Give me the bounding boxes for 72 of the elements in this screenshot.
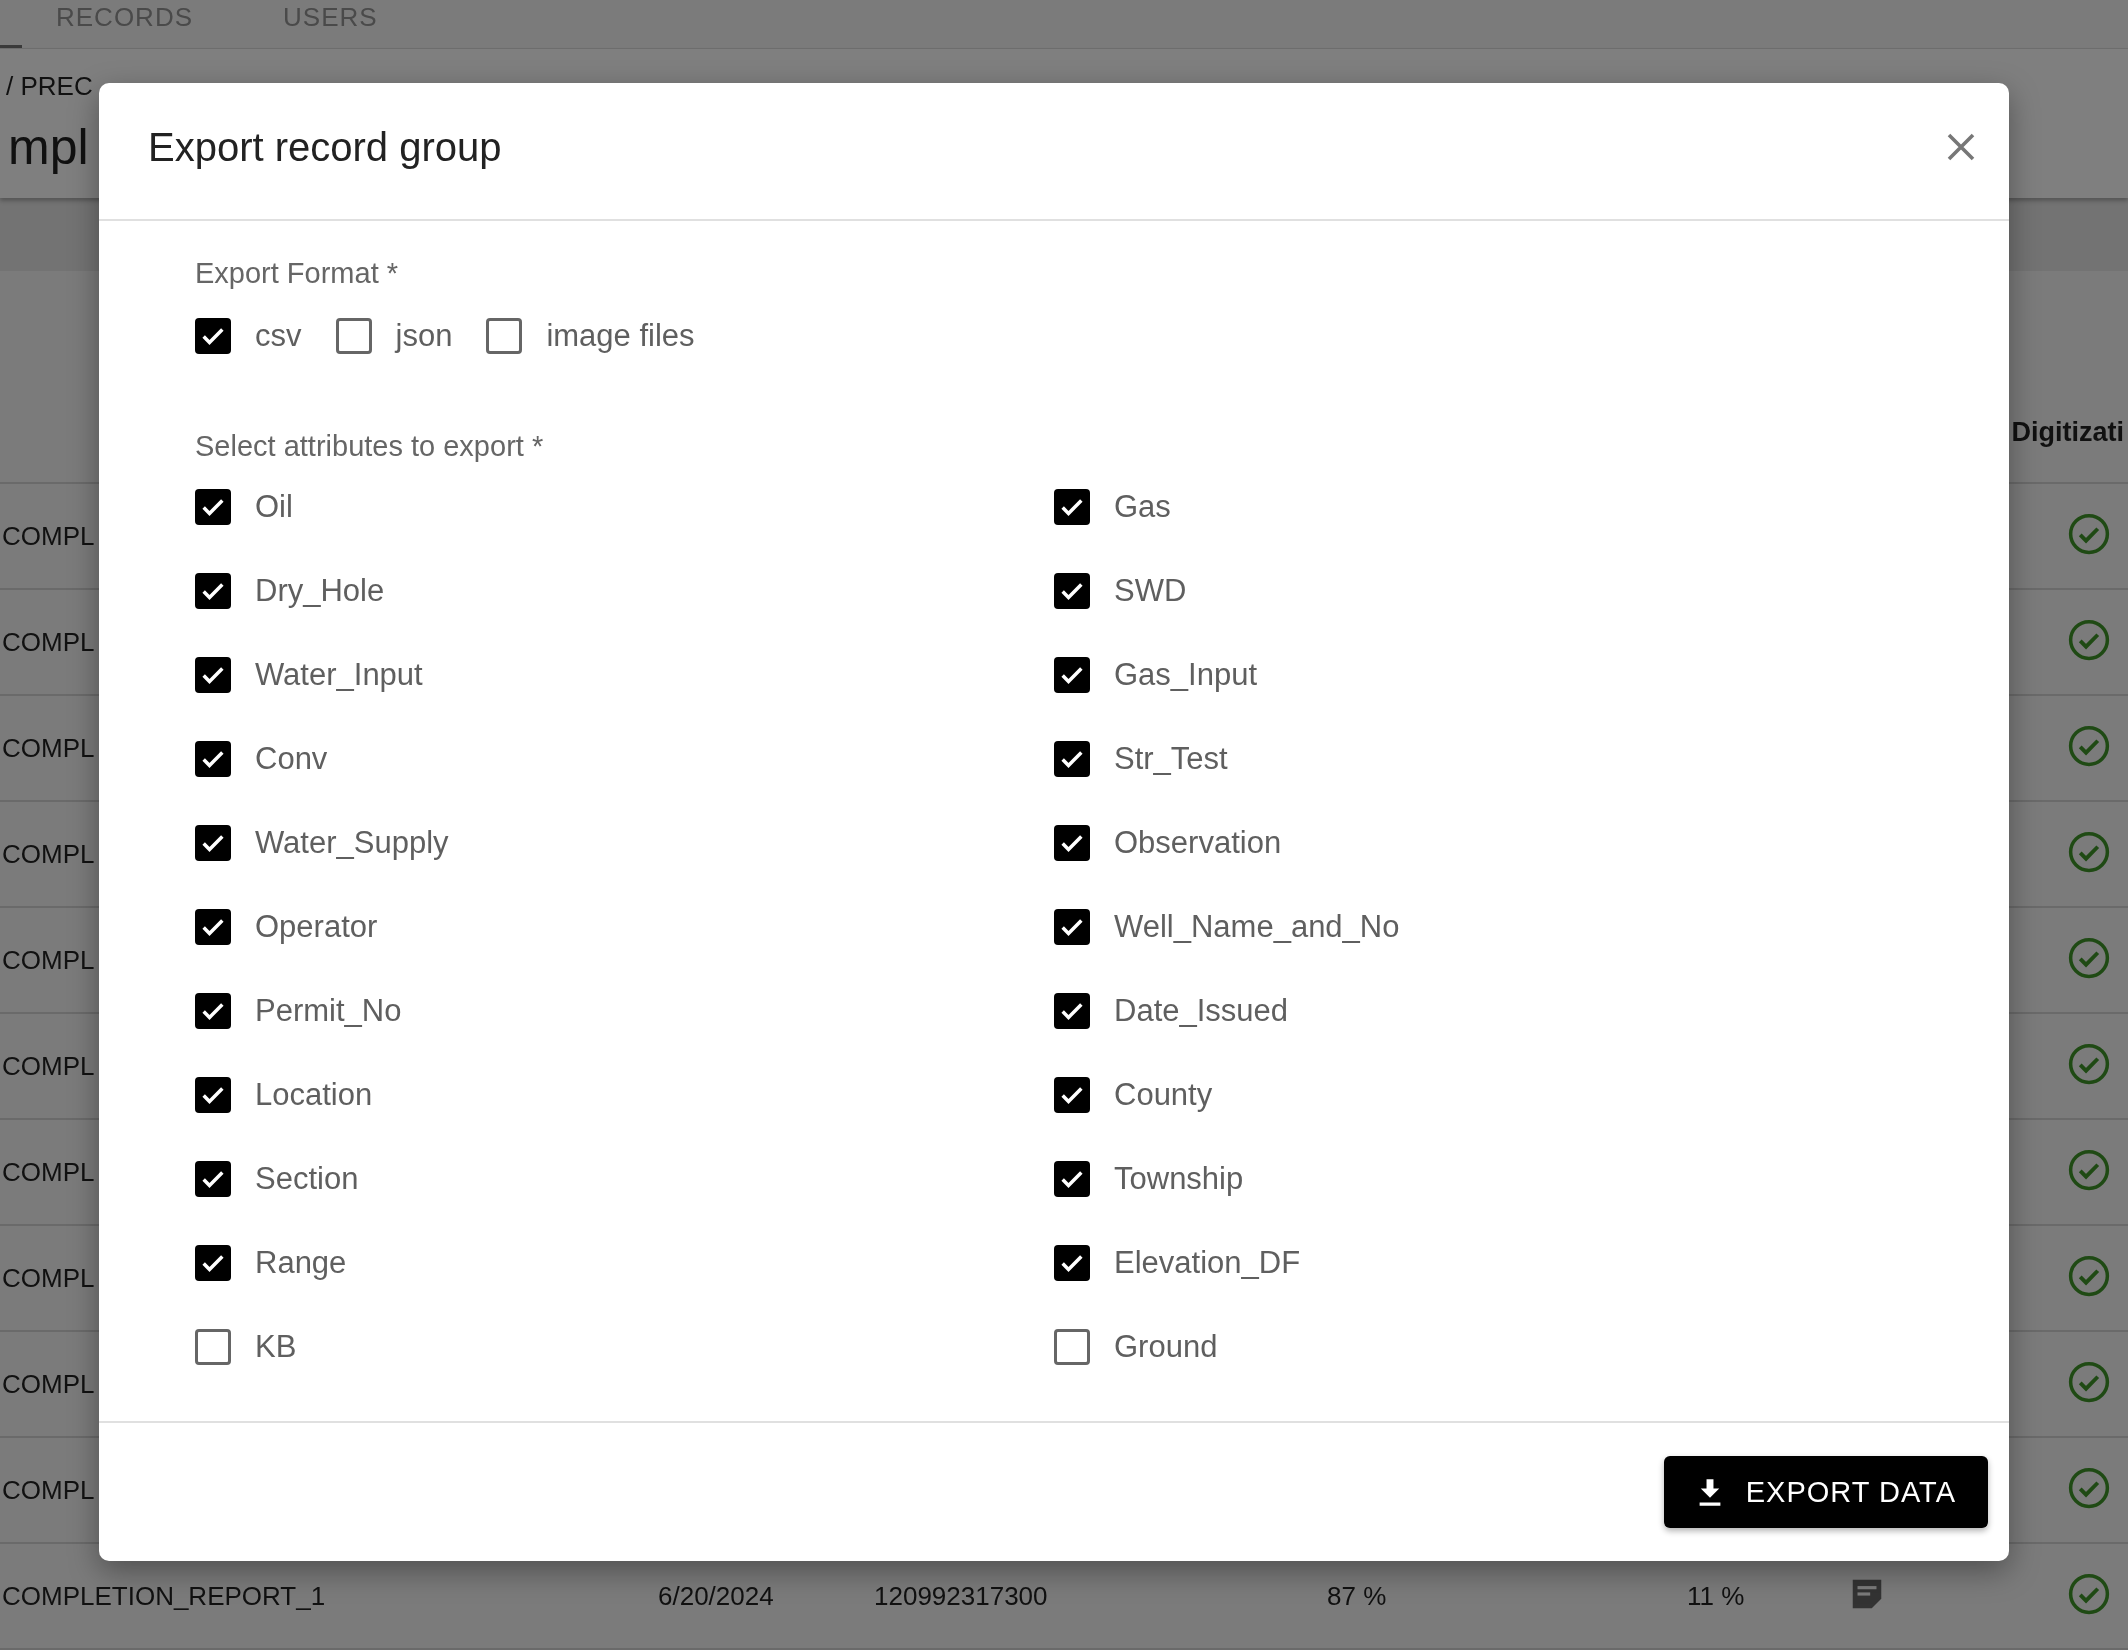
checkbox-option[interactable]: Well_Name_and_No xyxy=(1054,905,2009,949)
checkbox-option[interactable]: Operator xyxy=(195,905,1054,949)
export-button[interactable]: EXPORT DATA xyxy=(1663,1456,1988,1528)
table-cell: COMPL xyxy=(2,732,95,763)
field-label: Select attributes to export * xyxy=(195,430,544,463)
checkbox[interactable] xyxy=(195,573,231,609)
checkbox[interactable] xyxy=(195,657,231,693)
checkbox-option[interactable]: Dry_Hole xyxy=(195,569,1054,613)
table-cell: COMPL xyxy=(2,1474,95,1505)
checkbox[interactable] xyxy=(195,741,231,777)
checkbox-option[interactable]: csv xyxy=(195,314,302,358)
table-cell: COMPL xyxy=(2,520,95,551)
checkbox[interactable] xyxy=(1054,1329,1090,1365)
column-header: Digitizati xyxy=(2011,417,2124,448)
checkbox[interactable] xyxy=(1054,825,1090,861)
table-cell: COMPLETION_REPORT_1 xyxy=(2,1580,326,1611)
table-cell: COMPL xyxy=(2,944,95,975)
checkbox-option[interactable]: Section xyxy=(195,1157,1054,1201)
table-cell: 6/20/2024 xyxy=(658,1580,774,1611)
table-cell: COMPL xyxy=(2,1262,95,1293)
checkbox[interactable] xyxy=(195,825,231,861)
checkbox-option[interactable]: Water_Input xyxy=(195,653,1054,697)
breadcrumb: / PREC xyxy=(6,71,93,103)
dialog-title: Export record group xyxy=(148,124,502,170)
page-title: mpl xyxy=(8,118,89,177)
checkbox[interactable] xyxy=(1054,489,1090,525)
checkbox[interactable] xyxy=(1054,1245,1090,1281)
table-cell: 11 % xyxy=(1687,1580,1745,1611)
checkbox-option[interactable]: Location xyxy=(195,1073,1054,1117)
checkbox[interactable] xyxy=(195,1077,231,1113)
checkbox-option[interactable]: Gas_Input xyxy=(1054,653,2009,697)
checkbox[interactable] xyxy=(195,909,231,945)
table-cell: COMPL xyxy=(2,1050,95,1081)
checkbox-option[interactable]: Township xyxy=(1054,1157,2009,1201)
checkbox-option[interactable]: KB xyxy=(195,1325,1054,1369)
checkbox[interactable] xyxy=(1054,657,1090,693)
table-cell: COMPL xyxy=(2,626,95,657)
checkbox[interactable] xyxy=(195,489,231,525)
checkbox-option[interactable]: Elevation_DF xyxy=(1054,1241,2009,1285)
table-cell: COMPL xyxy=(2,1368,95,1399)
checkbox-option[interactable]: Date_Issued xyxy=(1054,989,2009,1033)
checkbox-option[interactable]: json xyxy=(335,314,453,358)
checkbox-option[interactable]: County xyxy=(1054,1073,2009,1117)
checkbox[interactable] xyxy=(195,1245,231,1281)
table-cell: 120992317300 xyxy=(874,1580,1048,1611)
checkbox-option[interactable]: Water_Supply xyxy=(195,821,1054,865)
table-cell: COMPL xyxy=(2,838,95,869)
checkbox-option[interactable]: Str_Test xyxy=(1054,737,2009,781)
checkbox[interactable] xyxy=(195,993,231,1029)
checkbox[interactable] xyxy=(1054,573,1090,609)
checkbox[interactable] xyxy=(195,318,231,354)
checkbox[interactable] xyxy=(195,1161,231,1197)
checkbox-option[interactable]: Conv xyxy=(195,737,1054,781)
checkbox[interactable] xyxy=(486,318,523,354)
checkbox-option[interactable]: Oil xyxy=(195,485,1054,529)
checkbox[interactable] xyxy=(1054,1077,1090,1113)
table-cell: COMPL xyxy=(2,1156,95,1187)
checkbox[interactable] xyxy=(195,1329,231,1365)
checkbox-option[interactable]: Observation xyxy=(1054,821,2009,865)
checkbox-option[interactable]: Gas xyxy=(1054,485,2009,529)
checkbox-option[interactable]: image files xyxy=(486,314,695,358)
checkbox[interactable] xyxy=(1054,1161,1090,1197)
checkbox[interactable] xyxy=(1054,909,1090,945)
checkbox[interactable] xyxy=(335,318,372,354)
table-cell: 87 % xyxy=(1327,1580,1387,1611)
checkbox-option[interactable]: Ground xyxy=(1054,1325,2009,1369)
checkbox-option[interactable]: Permit_No xyxy=(195,989,1054,1033)
checkbox[interactable] xyxy=(1054,993,1090,1029)
checkbox[interactable] xyxy=(1054,741,1090,777)
field-label: Export Format * xyxy=(195,257,399,290)
checkbox-option[interactable]: SWD xyxy=(1054,569,2009,613)
checkbox-option[interactable]: Range xyxy=(195,1241,1054,1285)
